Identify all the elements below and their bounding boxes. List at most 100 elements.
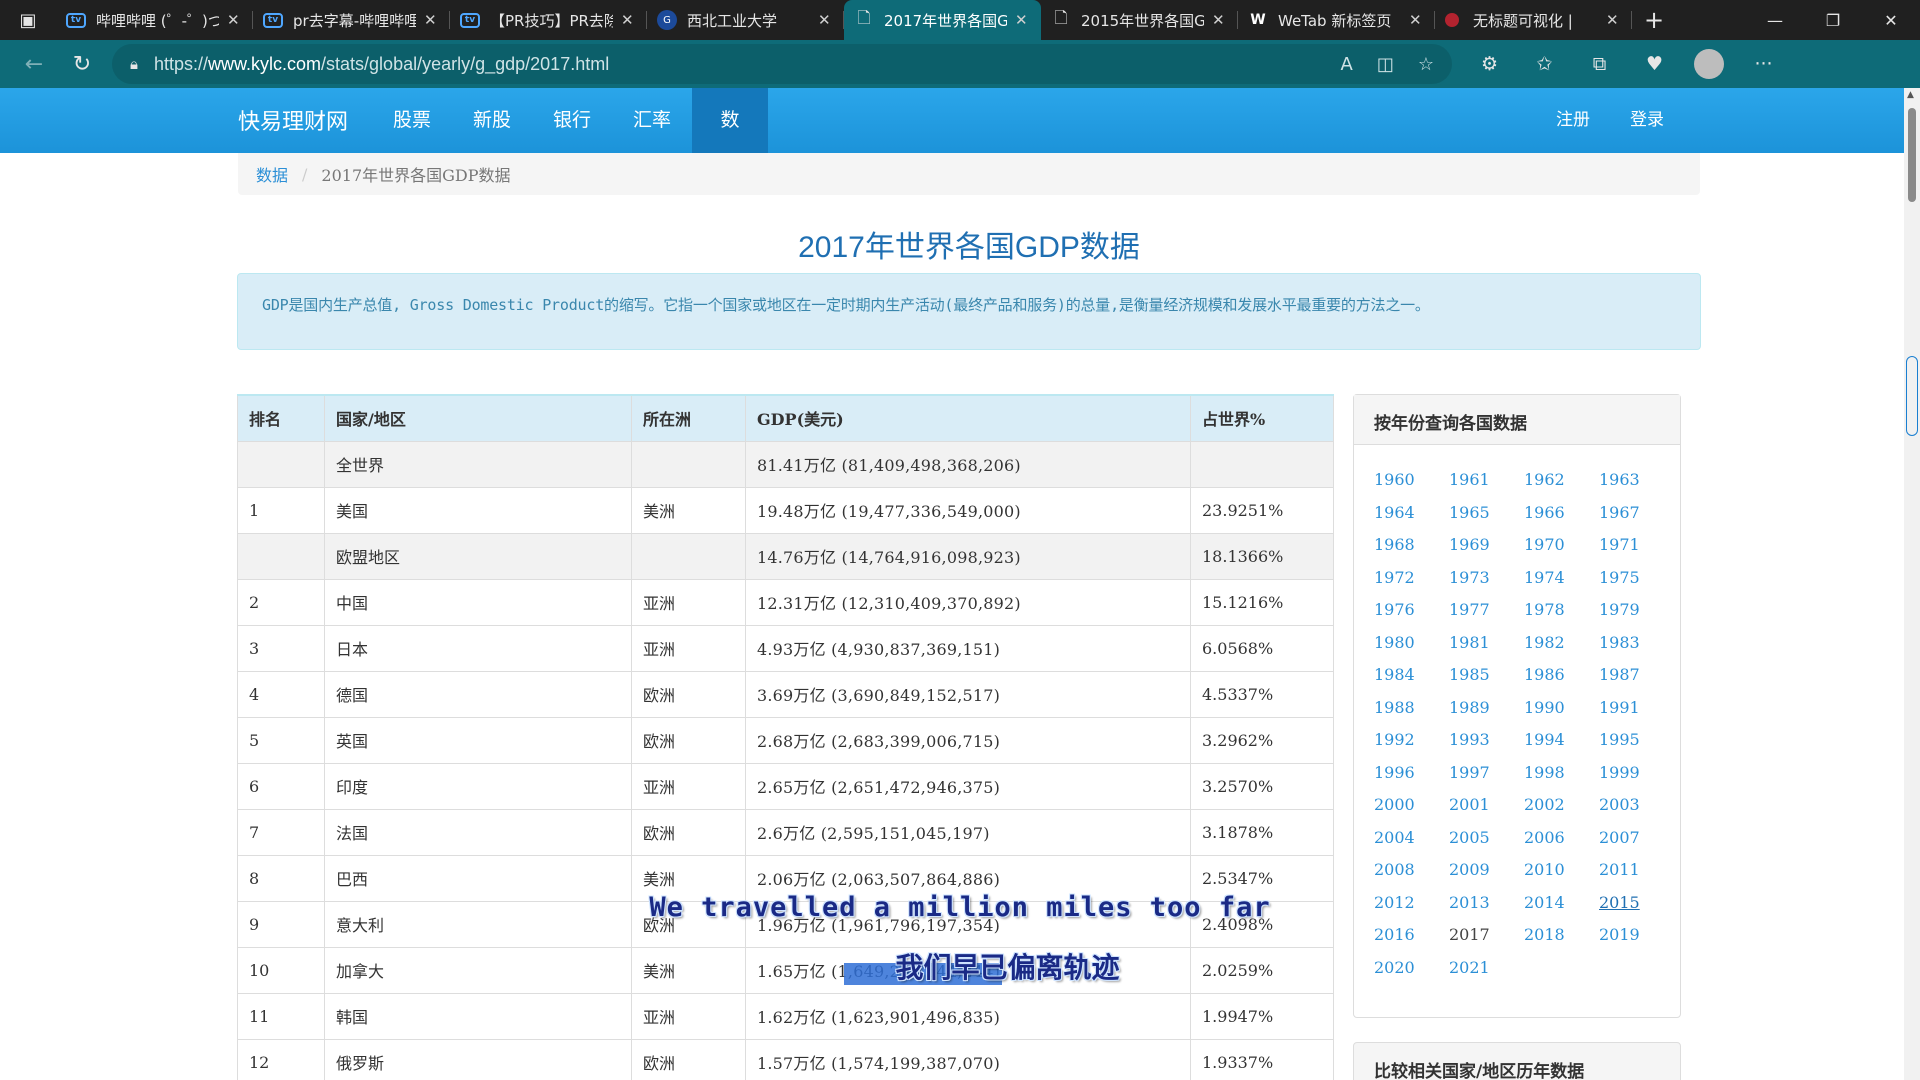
browser-tab[interactable]: 🗋︎ 2015年世界各国G ✕ (1041, 0, 1238, 40)
site-brand[interactable]: 快易理财网 (238, 104, 348, 136)
year-link[interactable]: 1974 (1524, 567, 1599, 590)
tab-close-icon[interactable]: ✕ (227, 11, 243, 29)
country-cell[interactable]: 日本 (324, 624, 632, 672)
extensions-icon[interactable]: ⚙ (1462, 53, 1517, 75)
back-icon[interactable]: ← (10, 44, 58, 84)
profile-avatar[interactable] (1694, 49, 1724, 79)
year-link[interactable]: 2019 (1599, 924, 1674, 947)
year-link[interactable]: 1973 (1449, 567, 1524, 590)
tab-close-icon[interactable]: ✕ (424, 11, 440, 29)
year-link[interactable]: 1975 (1599, 567, 1674, 590)
year-link[interactable]: 1970 (1524, 534, 1599, 557)
year-link[interactable]: 1988 (1374, 697, 1449, 720)
browser-tab[interactable]: W WeTab 新标签页 ✕ (1238, 0, 1435, 40)
year-link[interactable]: 2009 (1449, 859, 1524, 882)
lock-icon[interactable]: 🔒︎ (130, 55, 138, 73)
year-link[interactable]: 1994 (1524, 729, 1599, 752)
year-link[interactable]: 2006 (1524, 827, 1599, 850)
country-cell[interactable]: 欧盟地区 (324, 532, 632, 580)
scrollbar-thumb[interactable] (1908, 108, 1916, 202)
tab-close-icon[interactable]: ✕ (1409, 11, 1425, 29)
year-link[interactable]: 1962 (1524, 469, 1599, 492)
country-cell[interactable]: 法国 (324, 808, 632, 856)
year-link[interactable]: 2016 (1374, 924, 1449, 947)
year-link[interactable]: 2008 (1374, 859, 1449, 882)
country-cell[interactable]: 韩国 (324, 992, 632, 1040)
year-link[interactable]: 2000 (1374, 794, 1449, 817)
year-link[interactable]: 1966 (1524, 502, 1599, 525)
year-link[interactable]: 1960 (1374, 469, 1449, 492)
column-header[interactable]: 排名 (237, 394, 325, 442)
minimize-icon[interactable]: — (1746, 0, 1804, 40)
year-link[interactable]: 1963 (1599, 469, 1674, 492)
refresh-icon[interactable]: ↻ (58, 44, 106, 84)
tab-close-icon[interactable]: ✕ (1015, 11, 1031, 29)
year-link[interactable]: 1990 (1524, 697, 1599, 720)
year-link[interactable]: 2001 (1449, 794, 1524, 817)
new-tab-button[interactable]: + (1632, 0, 1676, 40)
year-link[interactable]: 1998 (1524, 762, 1599, 785)
year-link[interactable]: 1978 (1524, 599, 1599, 622)
year-link[interactable]: 1999 (1599, 762, 1674, 785)
scroll-up-icon[interactable]: ▲ (1907, 90, 1914, 100)
page-scrollbar[interactable]: ▲ (1904, 88, 1920, 1080)
tab-close-icon[interactable]: ✕ (818, 11, 834, 29)
year-link[interactable]: 1981 (1449, 632, 1524, 655)
year-link[interactable]: 1991 (1599, 697, 1674, 720)
browser-tab[interactable]: tv pr去字幕-哔哩哔哩 ✕ (253, 0, 450, 40)
more-menu-icon[interactable]: ··· (1736, 53, 1791, 75)
year-link[interactable]: 1967 (1599, 502, 1674, 525)
restore-icon[interactable]: ❐ (1804, 0, 1862, 40)
split-screen-icon[interactable]: ◫ (1377, 54, 1394, 75)
year-link[interactable]: 1997 (1449, 762, 1524, 785)
year-link[interactable]: 1982 (1524, 632, 1599, 655)
year-link[interactable]: 1971 (1599, 534, 1674, 557)
url-text[interactable]: https://www.kylc.com/stats/global/yearly… (154, 54, 1317, 75)
year-link[interactable]: 1969 (1449, 534, 1524, 557)
browser-essentials-icon[interactable]: ♥ (1627, 53, 1682, 75)
register-link[interactable]: 注册 (1556, 88, 1590, 153)
year-link[interactable]: 2007 (1599, 827, 1674, 850)
country-cell[interactable]: 中国 (324, 578, 632, 626)
year-link[interactable]: 2004 (1374, 827, 1449, 850)
column-header[interactable]: 占世界% (1190, 394, 1334, 442)
year-link[interactable]: 1987 (1599, 664, 1674, 687)
year-link[interactable]: 2011 (1599, 859, 1674, 882)
year-link[interactable]: 1992 (1374, 729, 1449, 752)
nav-link[interactable]: 股票 (372, 88, 452, 153)
browser-tab[interactable]: tv 哔哩哔哩 (゜-゜)つ ✕ (56, 0, 253, 40)
year-link[interactable]: 2018 (1524, 924, 1599, 947)
year-link[interactable]: 1983 (1599, 632, 1674, 655)
address-field[interactable]: 🔒︎ https://www.kylc.com/stats/global/yea… (112, 44, 1452, 84)
year-link[interactable]: 1995 (1599, 729, 1674, 752)
favorite-add-icon[interactable]: ☆ (1418, 54, 1434, 75)
nav-link[interactable]: 数据 (692, 88, 769, 196)
browser-tab[interactable]: 无标题可视化 | ✕ (1435, 0, 1632, 40)
year-link[interactable]: 1984 (1374, 664, 1449, 687)
year-link[interactable]: 1996 (1374, 762, 1449, 785)
year-link[interactable]: 1961 (1449, 469, 1524, 492)
browser-tab[interactable]: G 西北工业大学 ✕ (647, 0, 844, 40)
tab-close-icon[interactable]: ✕ (1212, 11, 1228, 29)
tab-actions-icon[interactable]: ▣ (0, 0, 56, 40)
column-header[interactable]: 所在洲 (631, 394, 746, 442)
year-link[interactable]: 1985 (1449, 664, 1524, 687)
year-link[interactable]: 1989 (1449, 697, 1524, 720)
year-link[interactable]: 1977 (1449, 599, 1524, 622)
year-link[interactable]: 1972 (1374, 567, 1449, 590)
year-link[interactable]: 1964 (1374, 502, 1449, 525)
browser-tab[interactable]: tv 【PR技巧】PR去除 ✕ (450, 0, 647, 40)
year-link[interactable]: 2002 (1524, 794, 1599, 817)
column-header[interactable]: 国家/地区 (324, 394, 632, 442)
year-link[interactable]: 2003 (1599, 794, 1674, 817)
favorites-icon[interactable]: ✩ (1517, 53, 1572, 75)
login-link[interactable]: 登录 (1630, 88, 1664, 153)
column-header[interactable]: GDP(美元) (745, 394, 1191, 442)
tab-close-icon[interactable]: ✕ (1606, 11, 1622, 29)
year-link[interactable]: 2010 (1524, 859, 1599, 882)
nav-link[interactable]: 银行 (532, 88, 612, 153)
country-cell[interactable]: 全世界 (324, 440, 632, 488)
year-link[interactable]: 1968 (1374, 534, 1449, 557)
country-cell[interactable]: 印度 (324, 762, 632, 810)
collections-icon[interactable]: ⧉ (1572, 53, 1627, 75)
